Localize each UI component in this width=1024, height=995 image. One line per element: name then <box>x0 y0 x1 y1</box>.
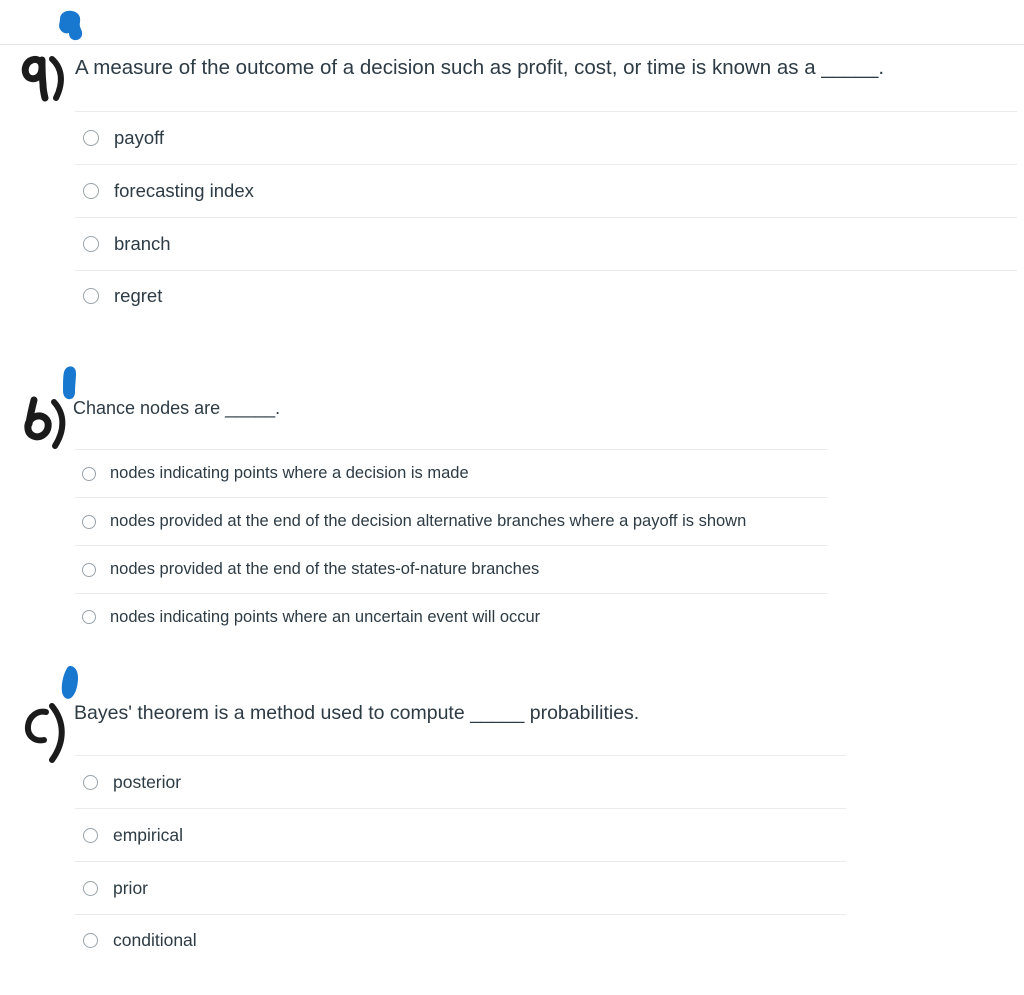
answer-option-row[interactable]: posterior <box>75 755 846 808</box>
answer-option-label: prior <box>113 877 149 898</box>
radio-button-icon[interactable] <box>83 288 99 305</box>
answer-option-label: nodes provided at the end of the decisio… <box>110 512 747 531</box>
radio-button-icon[interactable] <box>82 562 96 577</box>
radio-button-icon[interactable] <box>83 129 99 146</box>
answer-options-list: nodes indicating points where a decision… <box>0 449 1024 641</box>
answer-option-label: nodes indicating points where an uncerta… <box>110 607 541 626</box>
radio-button-icon[interactable] <box>82 514 96 529</box>
answer-option-row[interactable]: nodes provided at the end of the states-… <box>75 545 827 593</box>
answer-option-label: nodes provided at the end of the states-… <box>110 560 540 579</box>
radio-button-icon[interactable] <box>83 774 98 790</box>
radio-button-icon[interactable] <box>83 933 98 949</box>
answer-option-row[interactable]: empirical <box>75 808 846 861</box>
answer-option-label: forecasting index <box>114 179 254 201</box>
radio-button-icon[interactable] <box>83 880 98 896</box>
question-block-2: Chance nodes are _____. nodes indicating… <box>0 396 1024 641</box>
question-prompt: Bayes' theorem is a method used to compu… <box>74 702 640 724</box>
answer-option-label: empirical <box>113 824 184 845</box>
answer-option-row[interactable]: forecasting index <box>75 163 1017 217</box>
answer-option-label: branch <box>114 232 171 254</box>
radio-button-icon[interactable] <box>82 466 96 481</box>
blue-ink-blob-1 <box>56 10 86 44</box>
radio-button-icon[interactable] <box>83 235 99 252</box>
answer-option-row[interactable]: prior <box>75 861 846 914</box>
answer-option-label: payoff <box>114 126 165 148</box>
answer-option-label: nodes indicating points where a decision… <box>110 464 469 483</box>
question-block-1: A measure of the outcome of a decision s… <box>0 54 1024 323</box>
answer-option-row[interactable]: branch <box>75 216 1017 270</box>
question-prompt: Chance nodes are _____. <box>73 398 281 418</box>
answer-option-label: regret <box>114 285 163 307</box>
blue-ink-blob-3 <box>59 665 81 701</box>
page-top-divider <box>0 44 1024 45</box>
answer-option-row[interactable]: conditional <box>75 914 846 967</box>
answer-option-label: conditional <box>113 930 197 951</box>
answer-options-list: payoff forecasting index branch regret <box>0 110 1024 323</box>
radio-button-icon[interactable] <box>83 827 98 843</box>
radio-button-icon[interactable] <box>83 182 99 199</box>
answer-option-label: posterior <box>113 771 182 792</box>
radio-button-icon[interactable] <box>82 610 96 625</box>
question-prompt: A measure of the outcome of a decision s… <box>75 56 885 79</box>
answer-option-row[interactable]: payoff <box>75 110 1017 164</box>
answer-options-list: posterior empirical prior conditional <box>0 755 1024 967</box>
question-block-3: Bayes' theorem is a method used to compu… <box>0 700 1024 967</box>
answer-option-row[interactable]: nodes indicating points where a decision… <box>75 449 827 497</box>
answer-option-row[interactable]: nodes indicating points where an uncerta… <box>75 593 827 641</box>
answer-option-row[interactable]: nodes provided at the end of the decisio… <box>75 497 827 545</box>
answer-option-row[interactable]: regret <box>75 269 1017 323</box>
